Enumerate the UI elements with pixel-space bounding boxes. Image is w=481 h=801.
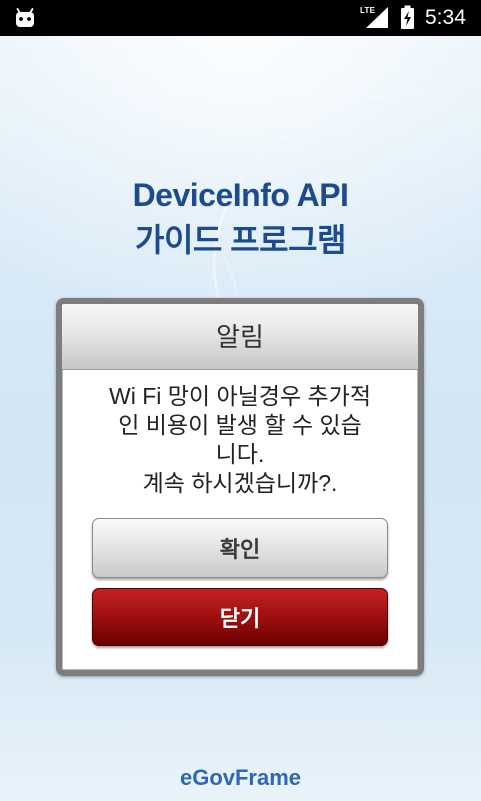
signal-icon <box>366 7 388 28</box>
android-icon <box>16 8 34 27</box>
dialog-message-line: 계속 하시겠습니까?. <box>142 470 338 496</box>
battery-charging-icon <box>401 5 414 29</box>
confirm-button[interactable]: 확인 <box>92 518 388 578</box>
dialog-title: 알림 <box>62 304 418 370</box>
app-title-line2: 가이드 프로그램 <box>135 222 346 258</box>
dialog-message: Wi Fi 망이 아닐경우 추가적 인 비용이 발생 할 수 있습 니다. 계속… <box>62 370 418 498</box>
clock-time: 5:34 <box>425 6 466 29</box>
dialog-message-line: 니다. <box>215 441 265 467</box>
confirm-button-label: 확인 <box>219 537 261 562</box>
alert-dialog: 알림 Wi Fi 망이 아닐경우 추가적 인 비용이 발생 할 수 있습 니다.… <box>56 298 424 676</box>
close-button-label: 닫기 <box>219 606 261 631</box>
brand-logo: eGovFrame <box>179 765 302 790</box>
app-title: DeviceInfo API 가이드 프로그램 <box>0 173 481 263</box>
dialog-message-line: 인 비용이 발생 할 수 있습 <box>118 412 362 438</box>
app-title-line1: DeviceInfo API <box>132 177 349 213</box>
dialog-message-line: Wi Fi 망이 아닐경우 추가적 <box>109 383 371 409</box>
status-bar: LTE 5:34 <box>0 0 481 36</box>
close-button[interactable]: 닫기 <box>92 588 388 646</box>
